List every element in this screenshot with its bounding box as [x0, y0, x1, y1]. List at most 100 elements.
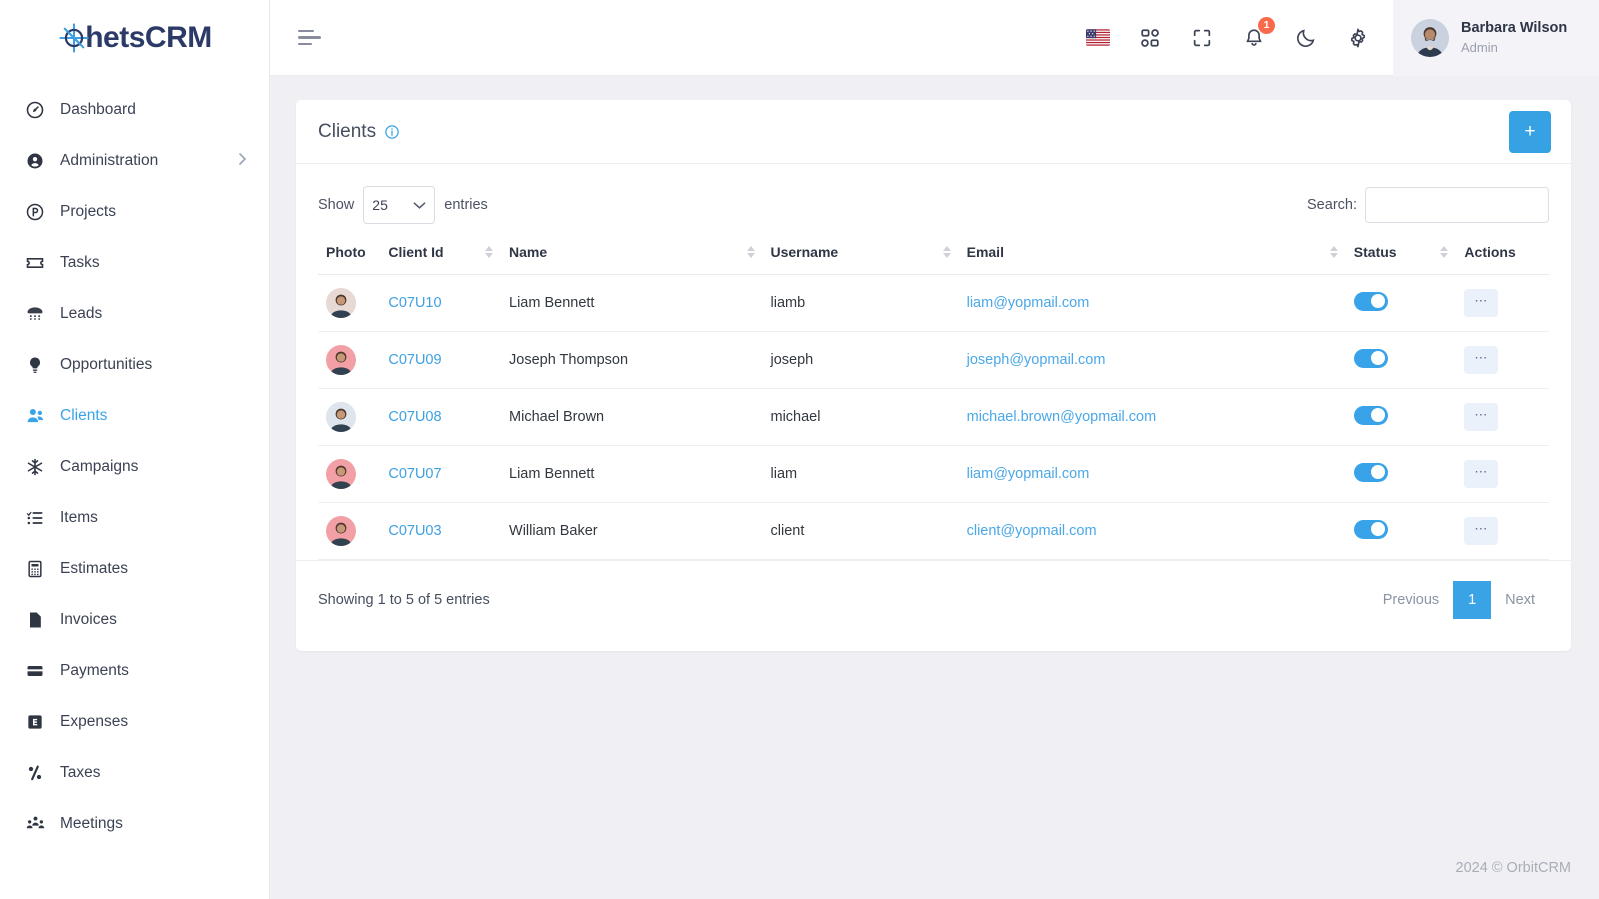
- row-actions-button[interactable]: ⋯: [1464, 517, 1499, 545]
- notification-bell-icon[interactable]: 1: [1241, 16, 1275, 51]
- sidebar-item-meetings[interactable]: Meetings: [0, 798, 269, 849]
- sidebar-item-campaigns[interactable]: Campaigns: [0, 441, 269, 492]
- row-actions-button[interactable]: ⋯: [1464, 460, 1499, 488]
- sidebar-item-label: Dashboard: [60, 100, 136, 118]
- client-email-link[interactable]: client@yopmail.com: [967, 523, 1097, 539]
- client-avatar: [326, 402, 356, 432]
- table-row: C07U03 William Baker client client@yopmail.…: [318, 502, 1549, 560]
- hamburger-icon[interactable]: [298, 23, 328, 53]
- sidebar-item-label: Items: [60, 508, 98, 526]
- client-username: client: [770, 523, 805, 539]
- cell-actions: ⋯: [1456, 502, 1549, 560]
- cell-name: Liam Bennett: [501, 445, 763, 503]
- search-input[interactable]: [1365, 187, 1549, 223]
- cell-actions: ⋯: [1456, 331, 1549, 389]
- cell-name: Joseph Thompson: [501, 331, 763, 389]
- client-email-link[interactable]: liam@yopmail.com: [967, 466, 1090, 482]
- table-head: Photo Client Id Name Username Email Stat…: [318, 234, 1549, 275]
- clients-table: Photo Client Id Name Username Email Stat…: [318, 234, 1549, 560]
- show-label: Show: [318, 197, 355, 213]
- page-length-control: Show 25 entries: [318, 186, 488, 224]
- client-avatar: [326, 288, 356, 318]
- status-toggle[interactable]: [1353, 462, 1388, 482]
- user-name: Barbara Wilson: [1461, 19, 1568, 36]
- dark-mode-moon-icon[interactable]: [1293, 25, 1319, 51]
- cell-client-id: C07U08: [380, 388, 502, 446]
- pagination-page-1[interactable]: 1: [1453, 581, 1492, 619]
- sort-icon[interactable]: [1329, 246, 1338, 258]
- sidebar-nav: Dashboard Administration Projects Tasks …: [0, 76, 269, 899]
- sidebar-item-expenses[interactable]: Expenses: [0, 696, 269, 747]
- sort-icon[interactable]: [485, 246, 494, 258]
- cell-actions: ⋯: [1456, 274, 1549, 332]
- fullscreen-icon[interactable]: [1189, 25, 1215, 51]
- sidebar-item-items[interactable]: Items: [0, 492, 269, 543]
- status-toggle[interactable]: [1353, 348, 1388, 368]
- th-status[interactable]: Status: [1345, 234, 1457, 275]
- e-square-icon: [24, 711, 46, 733]
- th-username[interactable]: Username: [762, 234, 959, 275]
- table-body: C07U10 Liam Bennett liamb liam@yopmail.com ⋯…: [318, 274, 1549, 560]
- client-id-link[interactable]: C07U10: [388, 295, 441, 311]
- th-client-id[interactable]: Client Id: [380, 234, 502, 275]
- sidebar-item-payments[interactable]: Payments: [0, 645, 269, 696]
- th-label: Name: [509, 244, 548, 260]
- cell-status: [1345, 274, 1457, 332]
- sidebar-item-tasks[interactable]: Tasks: [0, 237, 269, 288]
- user-menu[interactable]: Barbara Wilson Admin: [1393, 0, 1599, 76]
- client-name: Joseph Thompson: [509, 352, 629, 368]
- cell-client-id: C07U09: [380, 331, 502, 389]
- client-email-link[interactable]: liam@yopmail.com: [967, 295, 1090, 311]
- sort-icon[interactable]: [1440, 246, 1449, 258]
- clients-card: Clients + Show 25 entries Search: Photo …: [296, 100, 1571, 651]
- cell-email: joseph@yopmail.com: [958, 331, 1346, 389]
- sidebar-item-label: Meetings: [60, 814, 123, 832]
- sidebar-item-clients[interactable]: Clients: [0, 390, 269, 441]
- status-toggle[interactable]: [1353, 519, 1388, 539]
- add-client-button[interactable]: +: [1509, 110, 1551, 153]
- client-id-link[interactable]: C07U09: [388, 352, 441, 368]
- client-id-link[interactable]: C07U03: [388, 523, 441, 539]
- search-control: Search:: [1307, 187, 1549, 223]
- apps-grid-icon[interactable]: [1137, 25, 1163, 51]
- p-circle-icon: [24, 201, 46, 223]
- entries-info: Showing 1 to 5 of 5 entries: [318, 592, 490, 608]
- status-toggle[interactable]: [1353, 405, 1388, 425]
- th-name[interactable]: Name: [501, 234, 763, 275]
- list-icon: [24, 507, 46, 529]
- row-actions-button[interactable]: ⋯: [1464, 289, 1499, 317]
- settings-gear-icon[interactable]: [1345, 25, 1371, 51]
- table-row: C07U09 Joseph Thompson joseph joseph@yopmai…: [318, 331, 1549, 389]
- sidebar-item-projects[interactable]: Projects: [0, 186, 269, 237]
- sidebar-item-estimates[interactable]: Estimates: [0, 543, 269, 594]
- info-circle-icon[interactable]: [384, 124, 400, 140]
- language-flag-us-icon[interactable]: [1085, 25, 1111, 51]
- sort-icon[interactable]: [746, 246, 755, 258]
- sidebar-item-label: Invoices: [60, 610, 117, 628]
- status-toggle[interactable]: [1353, 291, 1388, 311]
- pagination-previous[interactable]: Previous: [1371, 581, 1451, 619]
- sidebar-item-invoices[interactable]: Invoices: [0, 594, 269, 645]
- user-circle-icon: [24, 150, 46, 172]
- sidebar-item-taxes[interactable]: Taxes: [0, 747, 269, 798]
- sidebar-item-leads[interactable]: Leads: [0, 288, 269, 339]
- topbar: 1 Barbara Wilson Admin: [270, 0, 1599, 76]
- row-actions-button[interactable]: ⋯: [1464, 403, 1499, 431]
- client-email-link[interactable]: joseph@yopmail.com: [967, 352, 1106, 368]
- row-actions-button[interactable]: ⋯: [1464, 346, 1499, 374]
- search-label: Search:: [1307, 197, 1357, 213]
- page-title: Clients: [318, 120, 377, 142]
- page-length-select[interactable]: 25: [363, 186, 436, 224]
- logo[interactable]: hetsCRM: [0, 0, 269, 76]
- sort-icon[interactable]: [942, 246, 951, 258]
- th-email[interactable]: Email: [958, 234, 1346, 275]
- client-email-link[interactable]: michael.brown@yopmail.com: [967, 409, 1157, 425]
- client-id-link[interactable]: C07U08: [388, 409, 441, 425]
- client-id-link[interactable]: C07U07: [388, 466, 441, 482]
- sidebar-item-opportunities[interactable]: Opportunities: [0, 339, 269, 390]
- table-row: C07U08 Michael Brown michael michael.brown@…: [318, 388, 1549, 446]
- card-header: Clients +: [296, 100, 1571, 164]
- sidebar-item-dashboard[interactable]: Dashboard: [0, 84, 269, 135]
- pagination-next[interactable]: Next: [1493, 581, 1547, 619]
- sidebar-item-administration[interactable]: Administration: [0, 135, 269, 186]
